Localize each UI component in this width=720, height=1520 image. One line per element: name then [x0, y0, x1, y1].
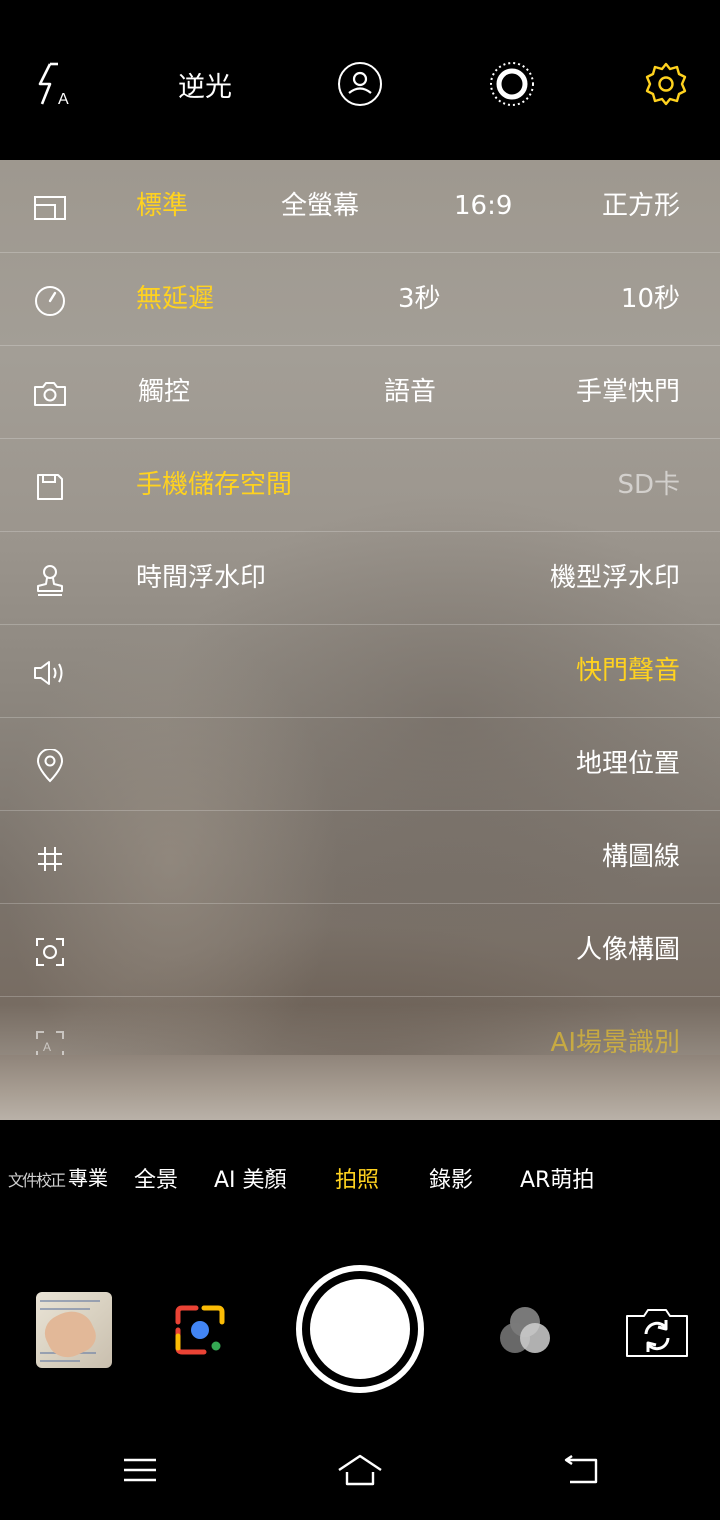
grid-icon — [30, 839, 70, 879]
viewfinder[interactable]: 標準 全螢幕 16:9 正方形 無延遲 3秒 10秒 觸控 語音 手掌快門 手機… — [0, 160, 720, 1120]
mode-document[interactable]: 文件校正 — [8, 1167, 66, 1191]
settings-row-ai-scene: A AI場景識別 — [0, 997, 720, 1055]
live-photo-icon[interactable] — [482, 56, 542, 112]
option-square[interactable]: 正方形 — [602, 160, 680, 253]
mode-panorama[interactable]: 全景 — [134, 1162, 178, 1194]
hdr-backlight-button[interactable]: 逆光 — [160, 56, 250, 112]
settings-row-timer: 無延遲 3秒 10秒 — [0, 253, 720, 346]
option-10s[interactable]: 10秒 — [621, 253, 680, 346]
filters-icon[interactable] — [494, 1302, 556, 1362]
camera-controls — [0, 1240, 720, 1420]
settings-row-location: 地理位置 — [0, 718, 720, 811]
ai-scene-icon: A — [30, 1025, 70, 1055]
timer-icon — [30, 281, 70, 321]
option-ai-scene[interactable]: AI場景識別 — [551, 997, 680, 1055]
settings-row-portrait-composition: 人像構圖 — [0, 904, 720, 997]
option-model-watermark[interactable]: 機型浮水印 — [550, 532, 680, 625]
face-frame-icon — [30, 932, 70, 972]
portrait-mode-icon[interactable] — [330, 56, 390, 112]
viewfinder-preview-strip — [0, 1055, 720, 1120]
option-location[interactable]: 地理位置 — [576, 718, 680, 811]
top-bar: A 逆光 — [0, 0, 720, 160]
mode-ar[interactable]: AR萌拍 — [520, 1162, 594, 1194]
aspect-ratio-icon — [30, 188, 70, 228]
option-standard[interactable]: 標準 — [136, 160, 188, 253]
stamp-icon — [30, 560, 70, 600]
option-palm-shutter[interactable]: 手掌快門 — [576, 346, 680, 439]
switch-camera-icon[interactable] — [624, 1306, 690, 1360]
settings-row-aspect-ratio: 標準 全螢幕 16:9 正方形 — [0, 160, 720, 253]
option-fullscreen[interactable]: 全螢幕 — [281, 160, 359, 253]
option-phone-storage[interactable]: 手機儲存空間 — [136, 439, 292, 532]
storage-icon — [30, 467, 70, 507]
mode-pro[interactable]: 專業 — [68, 1162, 108, 1191]
home-icon[interactable] — [330, 1450, 390, 1490]
back-icon[interactable] — [550, 1450, 610, 1490]
option-touch[interactable]: 觸控 — [138, 346, 190, 439]
mode-video[interactable]: 錄影 — [429, 1162, 473, 1194]
svg-text:A: A — [58, 91, 69, 108]
menu-icon[interactable] — [110, 1450, 170, 1490]
gear-icon[interactable] — [636, 56, 696, 112]
settings-panel: 標準 全螢幕 16:9 正方形 無延遲 3秒 10秒 觸控 語音 手掌快門 手機… — [0, 160, 720, 1055]
gallery-thumbnail[interactable] — [36, 1292, 112, 1368]
settings-row-storage: 手機儲存空間 SD卡 — [0, 439, 720, 532]
option-time-watermark[interactable]: 時間浮水印 — [136, 532, 266, 625]
option-grid-lines[interactable]: 構圖線 — [602, 811, 680, 904]
option-16-9[interactable]: 16:9 — [454, 160, 512, 253]
location-pin-icon — [30, 746, 70, 786]
mode-bar: 文件校正 專業 全景 AI 美顏 拍照 錄影 AR萌拍 — [0, 1120, 720, 1240]
shutter-inner — [310, 1279, 410, 1379]
option-portrait-composition[interactable]: 人像構圖 — [576, 904, 680, 997]
svg-text:A: A — [43, 1040, 51, 1054]
option-3s[interactable]: 3秒 — [398, 253, 441, 346]
system-nav-bar — [0, 1420, 720, 1520]
flash-auto-icon[interactable]: A — [20, 56, 80, 112]
mode-photo[interactable]: 拍照 — [335, 1162, 379, 1194]
settings-row-shutter-sound: 快門聲音 — [0, 625, 720, 718]
settings-row-grid: 構圖線 — [0, 811, 720, 904]
settings-row-capture: 觸控 語音 手掌快門 — [0, 346, 720, 439]
speaker-icon — [30, 653, 70, 693]
shutter-button[interactable] — [296, 1265, 424, 1393]
option-shutter-sound[interactable]: 快門聲音 — [576, 625, 680, 718]
google-lens-icon[interactable] — [170, 1300, 230, 1360]
settings-row-watermark: 時間浮水印 機型浮水印 — [0, 532, 720, 625]
option-no-delay[interactable]: 無延遲 — [136, 253, 214, 346]
mode-ai-beauty[interactable]: AI 美顏 — [214, 1162, 287, 1194]
option-voice[interactable]: 語音 — [384, 346, 436, 439]
option-sd-card: SD卡 — [617, 470, 680, 500]
camera-icon — [30, 374, 70, 414]
